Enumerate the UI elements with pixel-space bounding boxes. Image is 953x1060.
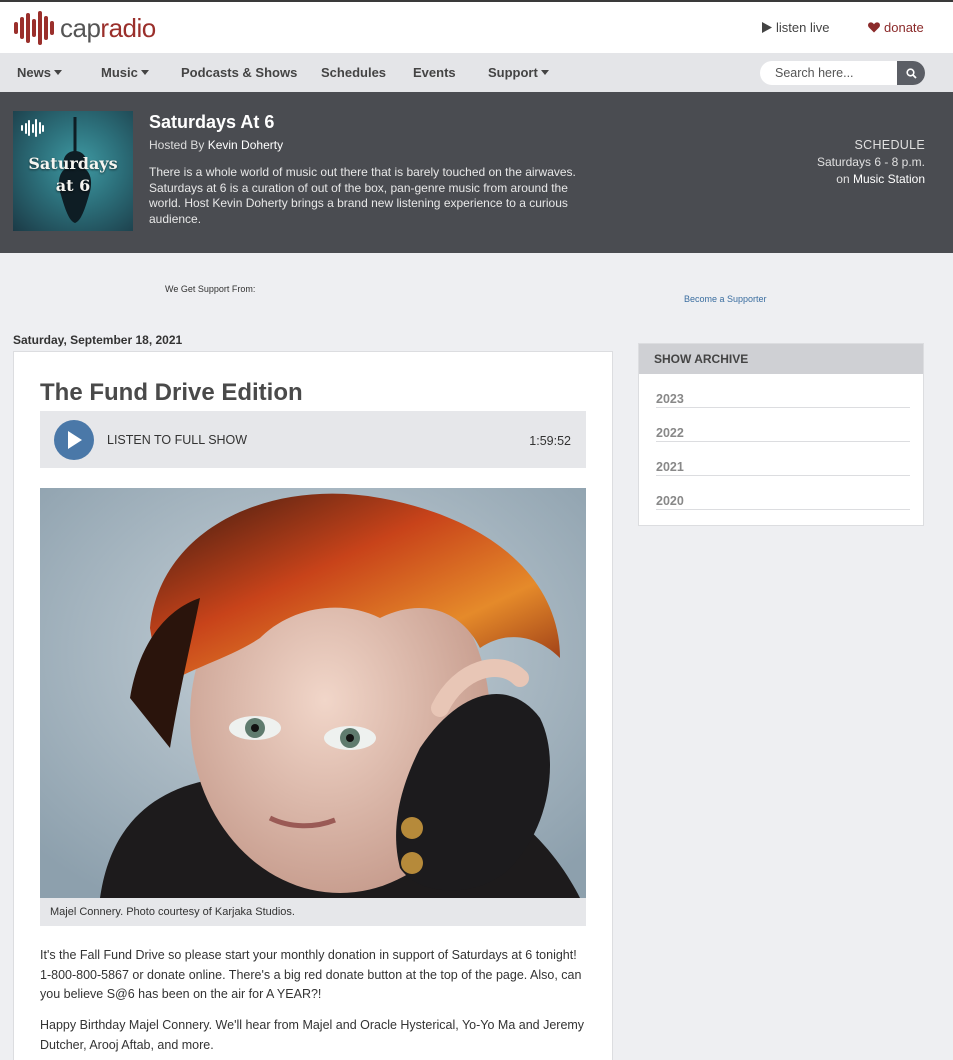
artwork-title: Saturdays at 6 (13, 153, 133, 197)
nav-news[interactable]: News (17, 65, 62, 80)
logo-mark-icon (14, 11, 54, 45)
schedule-block: SCHEDULE Saturdays 6 - 8 p.m. on Music S… (817, 137, 925, 188)
become-supporter-link[interactable]: Become a Supporter (684, 294, 767, 304)
support-label: We Get Support From: (165, 284, 256, 294)
duration: 1:59:52 (529, 434, 571, 448)
nav-music-label: Music (101, 65, 138, 80)
schedule-station: on Music Station (817, 171, 925, 188)
show-description: There is a whole world of music out ther… (149, 165, 576, 226)
heart-icon (868, 22, 880, 33)
nav-events-label: Events (413, 65, 456, 80)
station-link[interactable]: Music Station (853, 172, 925, 186)
nav-music[interactable]: Music (101, 65, 149, 80)
schedule-time: Saturdays 6 - 8 p.m. (816, 155, 925, 169)
archive-year-2020[interactable]: 2020 (656, 476, 910, 510)
nav-schedules[interactable]: Schedules (321, 65, 386, 80)
episode-article: The Fund Drive Edition LISTEN TO FULL SH… (13, 351, 613, 1060)
caret-down-icon (540, 70, 549, 75)
listen-live-link[interactable]: listen live (762, 20, 829, 35)
episode-title: The Fund Drive Edition (40, 379, 303, 406)
listen-live-label: listen live (776, 20, 830, 35)
episode-date: Saturday, September 18, 2021 (13, 333, 183, 347)
show-archive: SHOW ARCHIVE 2023 2022 2021 2020 (638, 343, 924, 526)
archive-year-2021[interactable]: 2021 (656, 442, 910, 476)
caret-down-icon (140, 70, 149, 75)
archive-year-2023[interactable]: 2023 (656, 374, 910, 408)
donate-link[interactable]: donate (868, 20, 924, 35)
caret-down-icon (53, 70, 62, 75)
artwork-line-2: at 6 (55, 176, 91, 195)
schedule-on: on (836, 172, 850, 186)
show-title: Saturdays At 6 (149, 112, 275, 132)
search-input[interactable] (775, 66, 895, 80)
play-icon (762, 22, 772, 33)
episode-paragraph-2: Happy Birthday Majel Connery. We'll hear… (40, 1018, 585, 1052)
nav-support[interactable]: Support (488, 65, 549, 80)
schedule-label: SCHEDULE (854, 138, 925, 152)
host-link[interactable]: Kevin Doherty (208, 138, 283, 152)
archive-year-2022[interactable]: 2022 (656, 408, 910, 442)
episode-paragraph-1: It's the Fall Fund Drive so please start… (40, 948, 582, 1001)
nav-schedules-label: Schedules (321, 65, 387, 80)
search-icon (905, 67, 917, 79)
photo-caption: Majel Connery. Photo courtesy of Karjaka… (40, 898, 586, 926)
donate-label: donate (884, 20, 924, 35)
audio-player: LISTEN TO FULL SHOW 1:59:52 (40, 411, 586, 468)
archive-title: SHOW ARCHIVE (639, 344, 923, 374)
search-button[interactable] (897, 61, 925, 85)
show-banner: Saturdays at 6 Saturdays At 6 Hosted By K… (0, 92, 953, 253)
station-mark-icon (21, 119, 44, 137)
hosted-by: Hosted By Kevin Doherty (149, 138, 283, 152)
nav-support-label: Support (488, 65, 538, 80)
nav-news-label: News (17, 65, 51, 80)
search-box (760, 61, 925, 85)
play-button[interactable] (54, 420, 94, 460)
nav-events[interactable]: Events (413, 65, 456, 80)
play-icon (68, 431, 82, 449)
show-artwork: Saturdays at 6 (13, 111, 133, 231)
artwork-line-1: Saturdays (28, 154, 118, 173)
listen-full-show-label[interactable]: LISTEN TO FULL SHOW (107, 433, 247, 447)
logo-wordmark: capradio (60, 12, 156, 43)
portrait-image (40, 488, 586, 898)
hosted-by-label: Hosted By (149, 138, 205, 152)
site-header: capradio listen live donate (0, 2, 953, 53)
episode-photo (40, 488, 586, 898)
nav-podcasts-shows[interactable]: Podcasts & Shows (181, 65, 297, 80)
nav-podcasts-label: Podcasts & Shows (181, 65, 298, 80)
capradio-logo[interactable]: capradio (14, 11, 156, 45)
